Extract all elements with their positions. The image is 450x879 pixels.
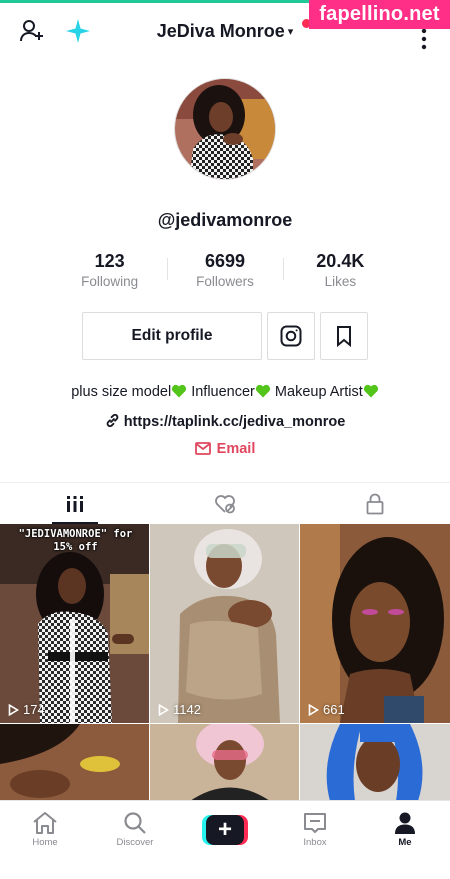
stat-label: Likes	[324, 274, 357, 289]
play-icon	[158, 703, 169, 716]
view-count-value: 174	[23, 702, 45, 717]
profile-icon	[395, 812, 415, 834]
view-count: 661	[308, 702, 345, 717]
bio-link-text: https://taplink.cc/jediva_monroe	[123, 414, 346, 430]
nav-inbox[interactable]: Inbox	[270, 801, 360, 858]
stat-label: Followers	[196, 274, 254, 289]
bottom-navigation: Home Discover + Inbox Me	[0, 800, 450, 858]
view-count: 174	[8, 702, 45, 717]
stat-following[interactable]: 123 Following	[52, 250, 167, 294]
tab-liked[interactable]	[150, 483, 300, 524]
stat-likes[interactable]: 20.4K Likes	[282, 250, 398, 294]
green-heart-icon	[255, 384, 270, 398]
nav-label: Discover	[116, 837, 154, 848]
bio-text: Makeup Artist	[274, 384, 363, 400]
email-icon	[194, 442, 211, 455]
liked-hidden-icon	[215, 494, 235, 513]
email-label: Email	[216, 441, 256, 457]
bio-text: plus size model	[71, 384, 172, 400]
avatar[interactable]	[174, 78, 276, 180]
view-count: 1142	[158, 702, 201, 717]
video-thumbnail[interactable]: 1142	[150, 524, 299, 723]
nav-label: Me	[398, 837, 412, 848]
nav-label: Inbox	[303, 837, 327, 848]
video-caption: "JEDIVAMONROE" for 15% off	[18, 528, 133, 553]
profile-actions: Edit profile	[82, 312, 368, 360]
stat-value: 123	[94, 251, 125, 271]
bio-link[interactable]: https://taplink.cc/jediva_monroe	[0, 413, 450, 430]
nav-me[interactable]: Me	[360, 801, 450, 858]
home-icon	[33, 812, 57, 834]
instagram-button[interactable]	[267, 312, 315, 360]
stat-value: 20.4K	[316, 251, 365, 271]
bio-text: Influencer	[191, 384, 255, 400]
nav-home[interactable]: Home	[0, 801, 90, 858]
nav-discover[interactable]: Discover	[90, 801, 180, 858]
video-thumbnail[interactable]: "JEDIVAMONROE" for 15% off 174	[0, 524, 149, 723]
system-home-bar	[0, 858, 450, 879]
nav-label: Home	[32, 837, 58, 848]
play-icon	[8, 703, 19, 716]
inbox-icon	[304, 813, 326, 833]
view-count-value: 1142	[173, 702, 201, 717]
video-thumbnail[interactable]	[150, 724, 299, 801]
bookmark-icon	[337, 326, 351, 347]
email-button[interactable]: Email	[0, 441, 450, 457]
view-count-value: 661	[323, 702, 345, 717]
stat-followers[interactable]: 6699 Followers	[167, 250, 282, 294]
profile-stats: 123 Following 6699 Followers 20.4K Likes	[52, 250, 398, 294]
stat-value: 6699	[204, 251, 246, 271]
tab-videos[interactable]	[0, 483, 150, 524]
favorites-button[interactable]	[320, 312, 368, 360]
watermark-logo: fapellino.net	[309, 0, 450, 29]
video-thumbnail[interactable]: 661	[300, 524, 450, 723]
green-heart-icon	[172, 384, 187, 398]
video-thumbnail[interactable]	[0, 724, 149, 801]
content-tabs	[0, 482, 450, 524]
profile-bio: plus size model Influencer Makeup Artist	[0, 384, 450, 400]
nav-create[interactable]: +	[180, 801, 270, 858]
green-heart-icon	[363, 384, 378, 398]
edit-profile-button[interactable]: Edit profile	[82, 312, 262, 360]
chevron-down-icon: ▾	[287, 26, 294, 38]
link-icon	[106, 413, 118, 428]
profile-display-name: JeDiva Monroe	[156, 21, 285, 41]
play-icon	[308, 703, 319, 716]
instagram-icon	[280, 325, 302, 347]
search-icon	[124, 812, 146, 834]
video-grid: "JEDIVAMONROE" for 15% off 174 1142 661	[0, 524, 450, 801]
more-vertical-icon[interactable]	[410, 25, 438, 53]
lock-icon	[366, 493, 384, 514]
username: @jediva​monroe	[157, 210, 293, 230]
grid-icon	[67, 495, 83, 512]
tab-private[interactable]	[300, 483, 450, 524]
video-thumbnail[interactable]	[300, 724, 450, 801]
create-plus-icon: +	[202, 814, 248, 845]
stat-label: Following	[81, 274, 139, 289]
